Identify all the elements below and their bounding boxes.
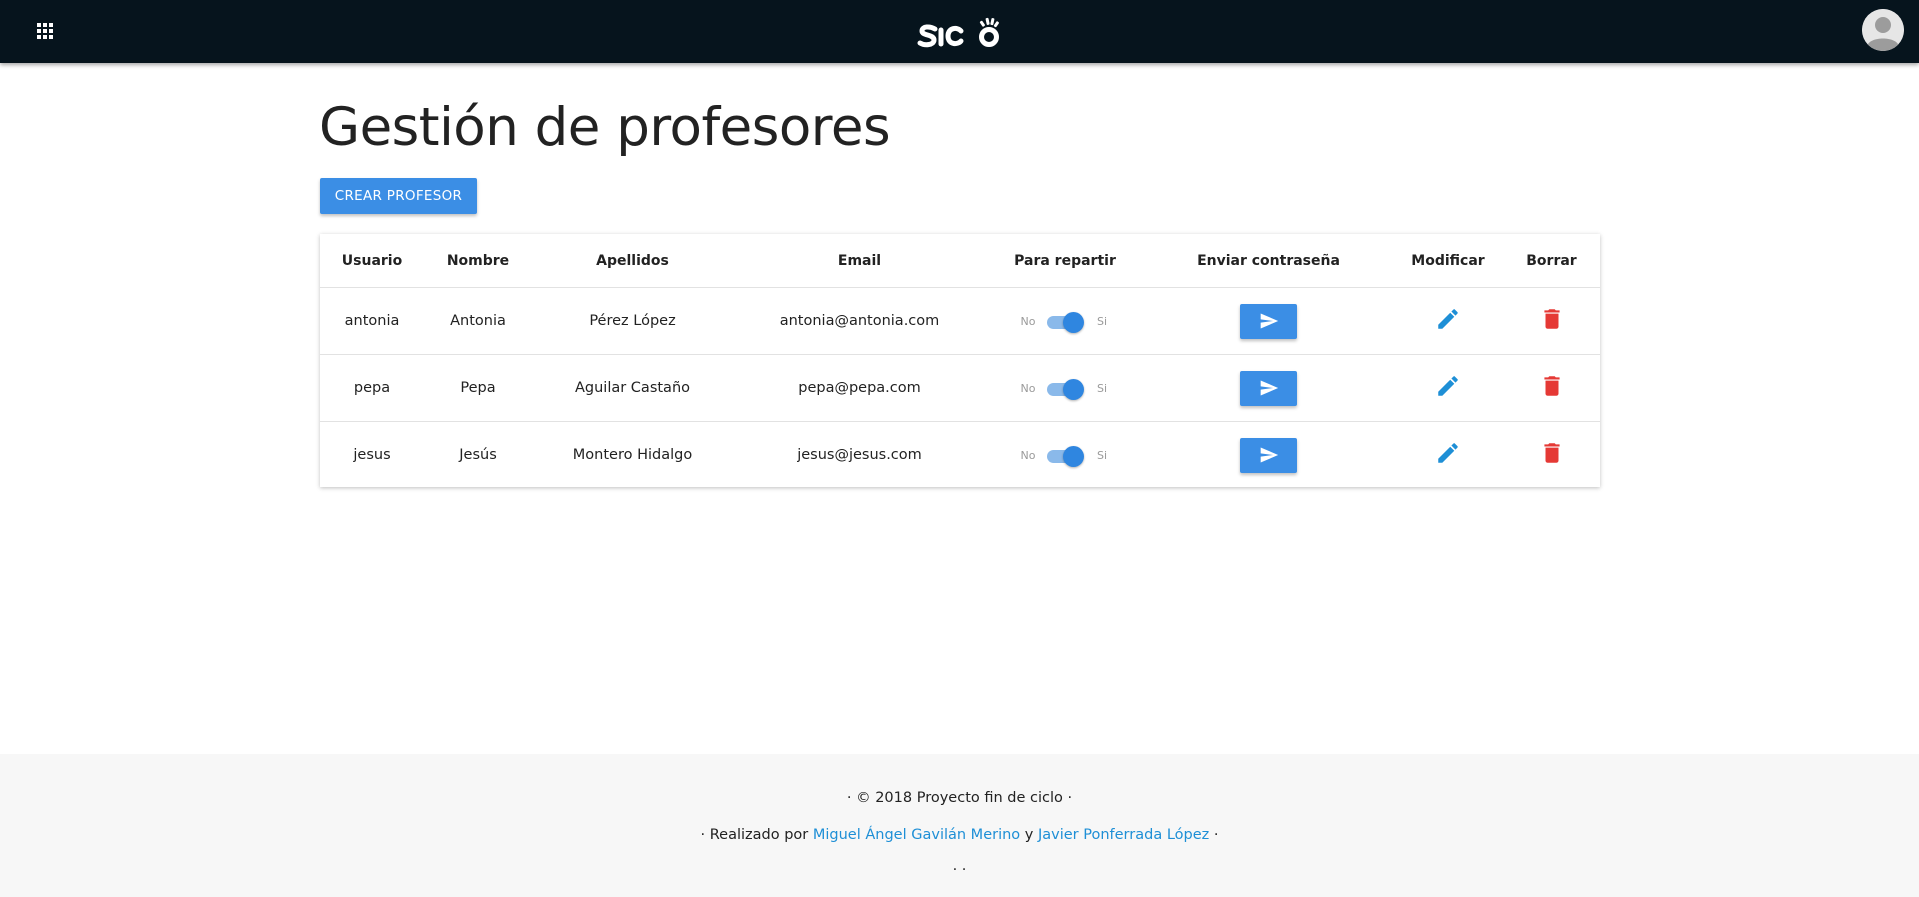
author-link-javier[interactable]: Javier Ponferrada López (1038, 827, 1209, 843)
cell-para-repartir: No Si (986, 422, 1144, 489)
cell-para-repartir: No Si (986, 287, 1144, 355)
cell-enviar-contrasena (1144, 287, 1393, 355)
table-header-row: Usuario Nombre Apellidos Email Para repa… (320, 234, 1600, 288)
cell-enviar-contrasena (1144, 354, 1393, 422)
cell-email: antonia@antonia.com (733, 287, 986, 355)
column-header-para-repartir: Para repartir (986, 234, 1144, 288)
column-header-modificar: Modificar (1393, 234, 1503, 288)
cell-modificar (1393, 422, 1503, 489)
table-row: jesus Jesús Montero Hidalgo jesus@jesus.… (320, 422, 1600, 489)
create-teacher-button[interactable]: CREAR PROFESOR (320, 178, 477, 214)
column-header-usuario[interactable]: Usuario (320, 234, 424, 288)
credits-prefix: · Realizado por (700, 827, 813, 843)
switch-label-si: Si (1096, 381, 1108, 395)
page-footer: · © 2018 Proyecto fin de ciclo · · Reali… (0, 754, 1919, 897)
cell-usuario: pepa (320, 354, 424, 422)
cell-apellidos: Pérez López (532, 287, 733, 355)
table-row: antonia Antonia Pérez López antonia@anto… (320, 287, 1600, 355)
para-repartir-switch-group: No Si (1013, 379, 1117, 400)
cell-usuario: jesus (353, 447, 391, 463)
cell-nombre: Pepa (424, 354, 532, 422)
footer-credits: · Realizado por Miguel Ángel Gavilán Mer… (0, 827, 1919, 843)
para-repartir-switch-group: No Si (1013, 312, 1117, 333)
credits-suffix: · (1209, 827, 1219, 843)
cell-borrar (1503, 422, 1600, 489)
cell-modificar (1393, 287, 1503, 355)
trash-icon[interactable] (1539, 440, 1565, 466)
cell-email: pepa@pepa.com (733, 354, 986, 422)
switch-label-no: No (1020, 314, 1036, 328)
column-header-borrar: Borrar (1503, 234, 1600, 288)
footer-copyright: · © 2018 Proyecto fin de ciclo · (846, 790, 1073, 806)
cell-apellidos: Montero Hidalgo (572, 447, 693, 463)
send-password-button[interactable] (1240, 303, 1297, 339)
cell-para-repartir: No Si (986, 354, 1144, 422)
cell-enviar-contrasena (1144, 422, 1393, 489)
cell-nombre: Jesús (459, 447, 497, 463)
teachers-table: Usuario Nombre Apellidos Email Para repa… (320, 234, 1600, 488)
para-repartir-toggle[interactable] (1047, 379, 1084, 400)
pencil-icon[interactable] (1435, 373, 1461, 399)
send-password-button[interactable] (1240, 370, 1297, 406)
apps-grid-icon[interactable] (36, 22, 54, 40)
switch-label-no: No (1020, 381, 1036, 395)
column-header-apellidos[interactable]: Apellidos (532, 234, 733, 288)
cell-usuario: antonia (320, 287, 424, 355)
author-link-miguel[interactable]: Miguel Ángel Gavilán Merino (813, 827, 1020, 843)
switch-label-no: No (1020, 448, 1036, 462)
user-avatar-icon[interactable] (1862, 9, 1904, 51)
pencil-icon[interactable] (1435, 440, 1461, 466)
column-header-nombre[interactable]: Nombre (424, 234, 532, 288)
trash-icon[interactable] (1539, 306, 1565, 332)
cell-borrar (1503, 287, 1600, 355)
send-icon (1260, 447, 1278, 463)
para-repartir-toggle[interactable] (1047, 446, 1084, 467)
credits-join: y (1020, 827, 1038, 843)
cell-nombre: Antonia (424, 287, 532, 355)
send-icon (1260, 313, 1278, 329)
top-navbar (0, 0, 1919, 63)
footer-dots: · · (952, 862, 967, 878)
teachers-table-card: Usuario Nombre Apellidos Email Para repa… (320, 234, 1600, 487)
send-icon (1260, 380, 1278, 396)
trash-icon[interactable] (1539, 373, 1565, 399)
sico-logo[interactable] (917, 10, 1005, 54)
para-repartir-switch-group: No Si (1013, 446, 1117, 467)
table-row: pepa Pepa Aguilar Castaño pepa@pepa.com … (320, 354, 1600, 422)
column-header-enviar-contrasena: Enviar contraseña (1144, 234, 1393, 288)
switch-label-si: Si (1096, 314, 1108, 328)
column-header-email[interactable]: Email (733, 234, 986, 288)
switch-label-si: Si (1096, 448, 1108, 462)
send-password-button[interactable] (1240, 437, 1297, 473)
cell-apellidos: Aguilar Castaño (532, 354, 733, 422)
page-title: Gestión de profesores (319, 97, 891, 158)
para-repartir-toggle[interactable] (1047, 312, 1084, 333)
cell-modificar (1393, 354, 1503, 422)
cell-borrar (1503, 354, 1600, 422)
pencil-icon[interactable] (1435, 306, 1461, 332)
cell-email: jesus@jesus.com (797, 447, 922, 463)
